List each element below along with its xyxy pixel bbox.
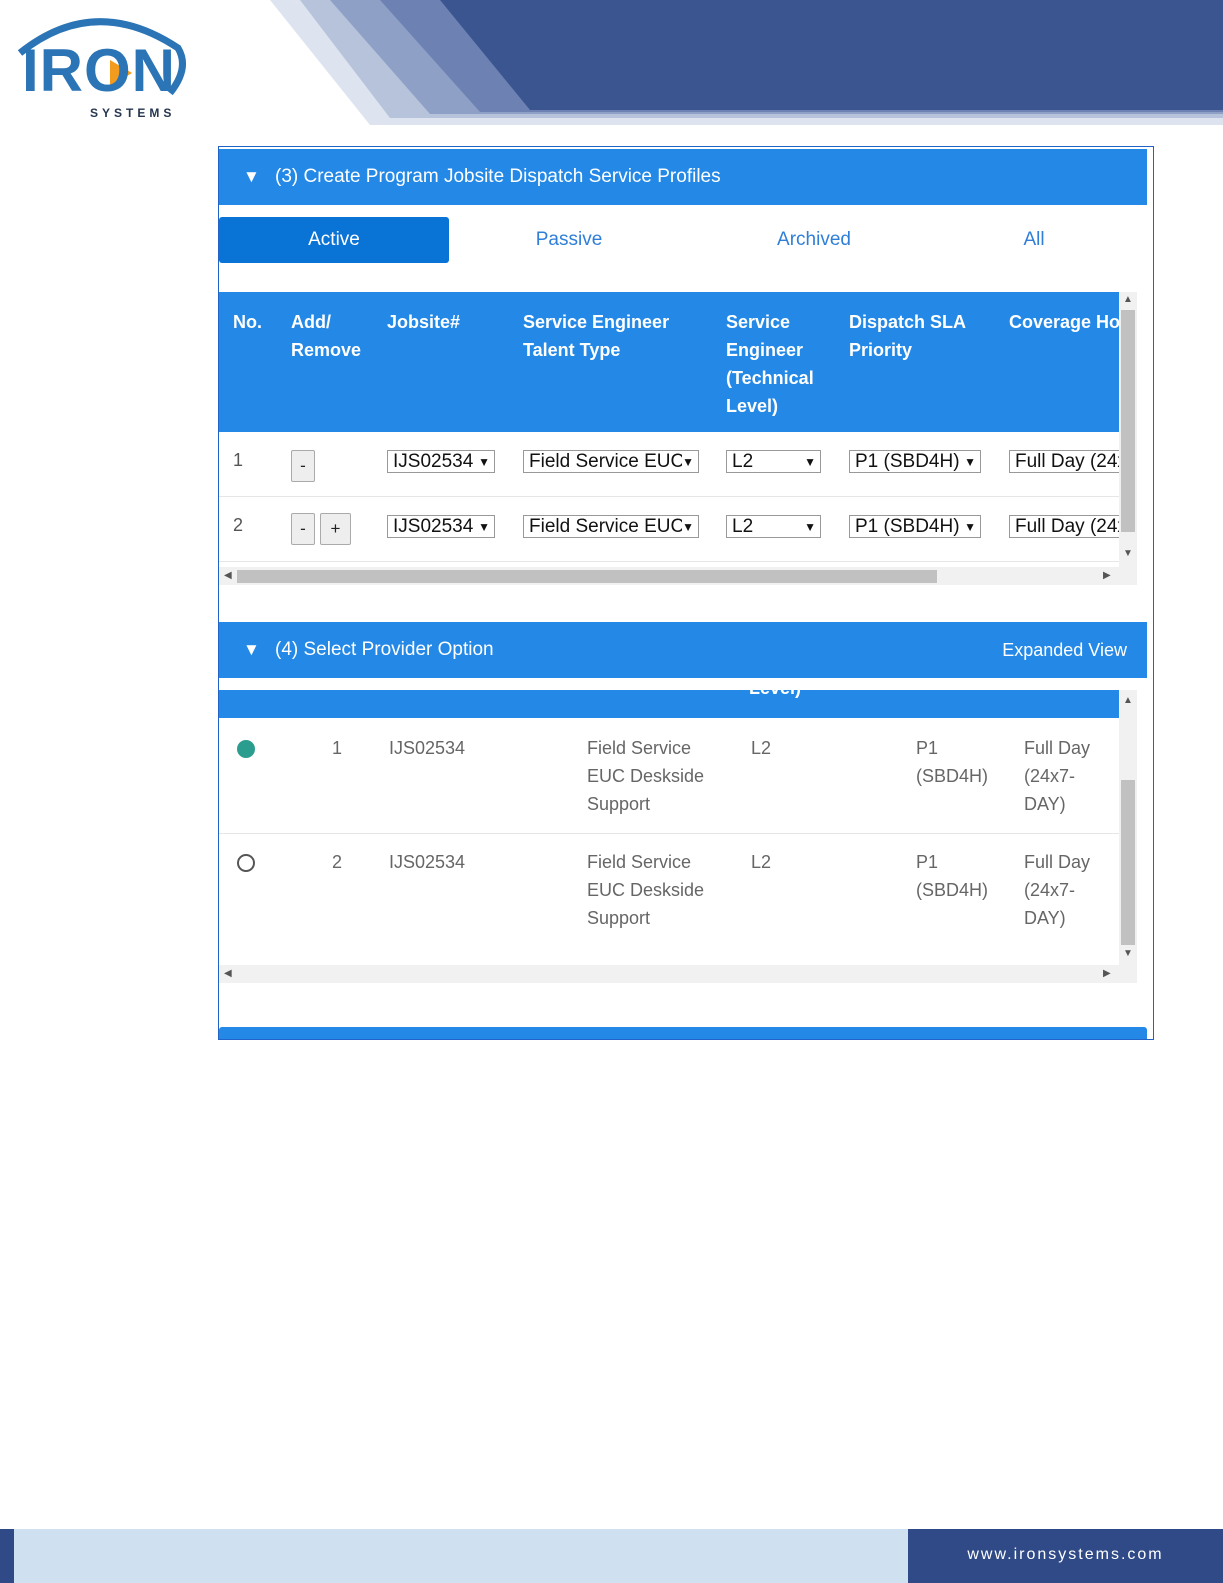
triangle-down-icon[interactable]: ▼ (243, 167, 260, 187)
section-3-header[interactable]: ▼ (3) Create Program Jobsite Dispatch Se… (219, 149, 1147, 205)
level-value: L2 (751, 738, 772, 758)
technical-level-select[interactable]: L2 ▼ (726, 515, 821, 538)
talent-value: Field Service EUC (529, 516, 685, 537)
jobsite-value: IJS02534 (393, 516, 474, 537)
triangle-down-icon[interactable]: ▼ (243, 640, 260, 660)
coverage-value: Full Day (24x (1015, 516, 1119, 537)
scroll-up-icon[interactable]: ▲ (1123, 695, 1133, 706)
level-value: L2 (751, 852, 772, 872)
scroll-right-icon[interactable]: ▶ (1103, 968, 1111, 979)
talent-type-select[interactable]: Field Service EUC ▼ (523, 450, 699, 473)
coverage-value: Full Day (24x7- DAY) (1024, 738, 1091, 814)
coverage-value: Full Day (24x (1015, 451, 1119, 472)
col-no: No. (233, 312, 262, 332)
talent-value: Field Service EUC (529, 451, 685, 472)
technical-level-select[interactable]: L2 ▼ (726, 450, 821, 473)
scroll-down-icon[interactable]: ▼ (1123, 948, 1133, 959)
radio-selected[interactable] (237, 740, 255, 758)
dropdown-arrow-icon: ▼ (964, 455, 976, 469)
horizontal-scrollbar[interactable]: ◀ ▶ (219, 965, 1137, 983)
scrollbar-thumb[interactable] (237, 570, 937, 583)
row-number: 2 (233, 515, 244, 535)
dropdown-arrow-icon: ▼ (682, 516, 694, 537)
section-4-header[interactable]: ▼ (4) Select Provider Option Expanded Vi… (219, 622, 1147, 678)
website-url[interactable]: www.ironsystems.com (908, 1546, 1223, 1564)
row-number: 2 (332, 852, 343, 872)
provider-row: 1 IJS02534 Field Service EUC Deskside Su… (219, 720, 1119, 834)
provider-row: 2 IJS02534 Field Service EUC Deskside Su… (219, 834, 1119, 947)
provider-table-header: Level) (219, 690, 1119, 718)
talent-value: Field Service EUC Deskside Support (587, 738, 705, 814)
level-value: L2 (732, 451, 754, 472)
coverage-select[interactable]: Full Day (24x (1009, 515, 1119, 538)
col-coverage: Coverage Ho (1009, 312, 1119, 332)
jobsite-value: IJS02534 (389, 738, 466, 758)
remove-button[interactable]: - (291, 450, 315, 482)
next-section-header (219, 1027, 1147, 1039)
jobsite-value: IJS02534 (393, 451, 474, 472)
jobsite-select[interactable]: IJS02534 ▼ (387, 515, 495, 538)
footer-band (14, 1529, 908, 1583)
jobsite-value: IJS02534 (389, 852, 466, 872)
jobsite-select[interactable]: IJS02534 ▼ (387, 450, 495, 473)
dropdown-arrow-icon: ▼ (964, 520, 976, 534)
dispatch-priority-select[interactable]: P1 (SBD4H) ▼ (849, 450, 981, 473)
priority-value: P1 (SBD4H) (855, 516, 960, 537)
tab-all[interactable]: All (1009, 217, 1059, 263)
tab-passive[interactable]: Passive (509, 217, 629, 263)
remove-button[interactable]: - (291, 513, 315, 545)
radio-unselected[interactable] (237, 854, 255, 872)
company-logo: IRON SYSTEMS (10, 8, 190, 120)
level-value: L2 (732, 516, 754, 537)
priority-value: P1 (SBD4H) (916, 738, 989, 786)
dropdown-arrow-icon: ▼ (682, 451, 694, 472)
add-button[interactable]: + (320, 513, 351, 545)
dropdown-arrow-icon: ▼ (804, 520, 816, 534)
vertical-scrollbar[interactable]: ▲ ▼ (1119, 690, 1137, 965)
dispatch-priority-select[interactable]: P1 (SBD4H) ▼ (849, 515, 981, 538)
scroll-right-icon[interactable]: ▶ (1103, 570, 1111, 581)
priority-value: P1 (SBD4H) (916, 852, 989, 900)
page-header: IRON SYSTEMS (0, 0, 1223, 125)
col-dispatch-priority: Dispatch SLA Priority (849, 312, 967, 360)
col-talent-type: Service Engineer Talent Type (523, 312, 670, 360)
footer-left-bar (0, 1529, 14, 1583)
coverage-select[interactable]: Full Day (24x (1009, 450, 1119, 473)
tab-archived[interactable]: Archived (754, 217, 874, 263)
dropdown-arrow-icon: ▼ (804, 455, 816, 469)
coverage-value: Full Day (24x7- DAY) (1024, 852, 1091, 928)
col-technical-level: Service Engineer (Technical Level) (726, 312, 814, 416)
logo-wordmark: IRON (22, 37, 176, 104)
dropdown-arrow-icon: ▼ (478, 520, 490, 534)
table-header: No. Add/ Remove Jobsite# Service Enginee… (219, 292, 1119, 432)
screenshot-frame: ▼ (3) Create Program Jobsite Dispatch Se… (218, 146, 1154, 1040)
priority-value: P1 (SBD4H) (855, 451, 960, 472)
tab-active[interactable]: Active (219, 217, 449, 263)
expanded-view-link[interactable]: Expanded View (1002, 640, 1127, 661)
scroll-up-icon[interactable]: ▲ (1123, 294, 1133, 305)
talent-type-select[interactable]: Field Service EUC ▼ (523, 515, 699, 538)
talent-value: Field Service EUC Deskside Support (587, 852, 705, 928)
scroll-down-icon[interactable]: ▼ (1123, 548, 1133, 559)
table-row: 1 - IJS02534 ▼ Field Service EUC ▼ L2 ▼ P1 … (219, 432, 1119, 497)
footer-website-block: www.ironsystems.com (908, 1529, 1223, 1583)
header-fragment: Level) (749, 690, 801, 699)
vertical-scrollbar[interactable]: ▲ ▼ (1119, 292, 1137, 567)
table-row: 2 - + IJS02534 ▼ Field Service EUC ▼ L2 ▼ P… (219, 497, 1119, 562)
section-3-title: (3) Create Program Jobsite Dispatch Serv… (275, 166, 721, 187)
col-add-remove: Add/ Remove (291, 312, 362, 360)
scroll-left-icon[interactable]: ◀ (224, 570, 232, 581)
service-profiles-table: No. Add/ Remove Jobsite# Service Enginee… (219, 292, 1119, 567)
scroll-left-icon[interactable]: ◀ (224, 968, 232, 979)
scrollbar-thumb[interactable] (1121, 310, 1135, 532)
section-4-title: (4) Select Provider Option (275, 639, 494, 660)
logo-subtitle: SYSTEMS (90, 106, 176, 120)
col-jobsite: Jobsite# (387, 312, 461, 332)
scrollbar-thumb[interactable] (1121, 780, 1135, 945)
row-number: 1 (332, 738, 343, 758)
horizontal-scrollbar[interactable]: ◀ ▶ (219, 567, 1137, 585)
dropdown-arrow-icon: ▼ (478, 455, 490, 469)
row-number: 1 (233, 450, 244, 470)
